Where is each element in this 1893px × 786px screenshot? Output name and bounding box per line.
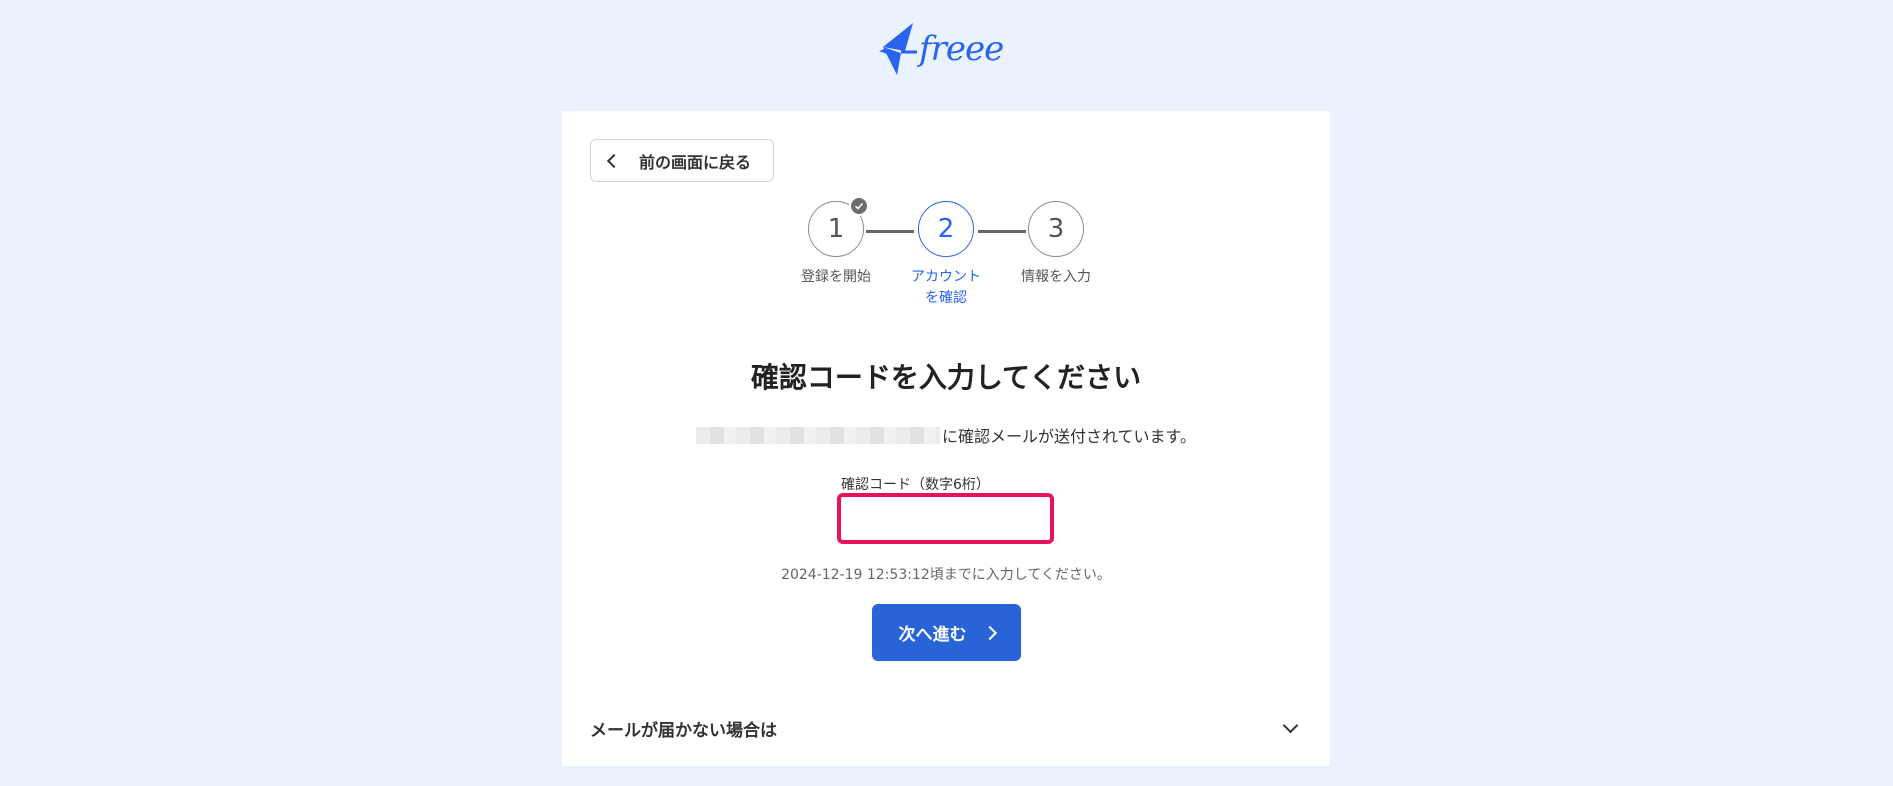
sent-message: に確認メールが送付されています。 xyxy=(562,423,1330,447)
deadline-text: 2024-12-19 12:53:12頃までに入力してください。 xyxy=(781,567,1111,583)
back-button[interactable]: 前の画面に戻る xyxy=(590,139,774,182)
progress-stepper: 1 登録を開始 2 アカウント を確認 3 情報を入力 xyxy=(562,196,1330,321)
back-button-label: 前の画面に戻る xyxy=(639,152,752,172)
next-button[interactable]: 次へ進む xyxy=(872,604,1021,661)
step-3: 3 情報を入力 xyxy=(996,201,1116,288)
logo-text: freee xyxy=(919,29,1004,69)
step-3-circle: 3 xyxy=(1028,201,1084,257)
bird-icon xyxy=(879,23,917,75)
email-not-received-toggle[interactable]: メールが届かない場合は xyxy=(590,716,1302,741)
next-button-label: 次へ進む xyxy=(898,625,967,645)
step-number: 2 xyxy=(937,214,955,244)
step-number: 1 xyxy=(827,214,845,244)
step-2: 2 アカウント を確認 xyxy=(886,201,1006,309)
check-icon xyxy=(849,196,869,216)
verification-code-input[interactable] xyxy=(837,493,1054,544)
faq-label: メールが届かない場合は xyxy=(590,721,777,741)
page-title: 確認コードを入力してください xyxy=(750,361,1142,394)
step-1-label: 登録を開始 xyxy=(801,269,871,285)
freee-logo: freee xyxy=(875,20,1020,78)
sent-message-text: に確認メールが送付されています。 xyxy=(942,427,1196,446)
step-2-label-line1: アカウント xyxy=(911,269,981,285)
code-field-label: 確認コード（数字6桁） xyxy=(841,477,990,493)
chevron-right-icon xyxy=(982,625,997,640)
chevron-down-icon xyxy=(1282,717,1299,734)
step-3-label: 情報を入力 xyxy=(1021,269,1091,285)
step-number: 3 xyxy=(1047,214,1065,244)
chevron-left-icon xyxy=(606,153,622,168)
redacted-email xyxy=(696,426,941,444)
step-2-label-line2: を確認 xyxy=(925,290,967,306)
step-2-label: アカウント を確認 xyxy=(886,267,1006,309)
step-1: 1 登録を開始 xyxy=(776,196,896,288)
verification-card: 前の画面に戻る 1 登録を開始 2 アカウント を確認 3 情報を入力 確認コー… xyxy=(562,111,1330,766)
step-2-circle: 2 xyxy=(918,201,974,257)
step-1-circle: 1 xyxy=(808,196,869,257)
